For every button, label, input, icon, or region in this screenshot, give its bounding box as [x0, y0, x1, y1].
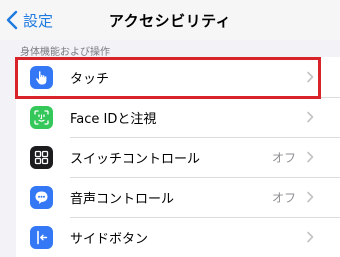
hand-pointer-icon — [30, 65, 53, 89]
section-header: 身体機能および操作 — [20, 47, 110, 58]
chevron-right-icon — [307, 231, 314, 243]
chevron-right-icon — [307, 111, 314, 123]
settings-row-voice-control[interactable]: 音声コントロール オフ — [16, 177, 340, 217]
settings-row-touch[interactable]: タッチ — [16, 57, 340, 97]
navigation-bar: 設定 アクセシビリティ — [0, 0, 340, 40]
page-title: アクセシビリティ — [108, 12, 232, 30]
switch-control-icon — [30, 145, 53, 169]
settings-group: タッチ Face IDと注視 スイッチコントロール オフ 音声コントロール オフ… — [16, 57, 340, 257]
settings-row-side-button[interactable]: サイドボタン — [16, 217, 340, 257]
row-label-switch-control: スイッチコントロール — [70, 151, 201, 167]
settings-row-switch-control[interactable]: スイッチコントロール オフ — [16, 137, 340, 177]
row-label-touch: タッチ — [70, 71, 110, 87]
voice-control-icon — [30, 185, 53, 209]
side-button-icon — [30, 225, 53, 249]
row-value-voice-control: オフ — [271, 190, 296, 205]
row-label-side-button: サイドボタン — [70, 231, 149, 247]
chevron-right-icon — [307, 191, 314, 203]
row-label-voice-control: 音声コントロール — [70, 191, 175, 207]
chevron-right-icon — [307, 151, 314, 163]
face-id-icon — [30, 105, 53, 129]
row-label-face-id: Face IDと注視 — [70, 111, 157, 127]
row-value-switch-control: オフ — [271, 150, 296, 165]
chevron-right-icon — [307, 71, 314, 83]
settings-row-face-id[interactable]: Face IDと注視 — [16, 97, 340, 137]
